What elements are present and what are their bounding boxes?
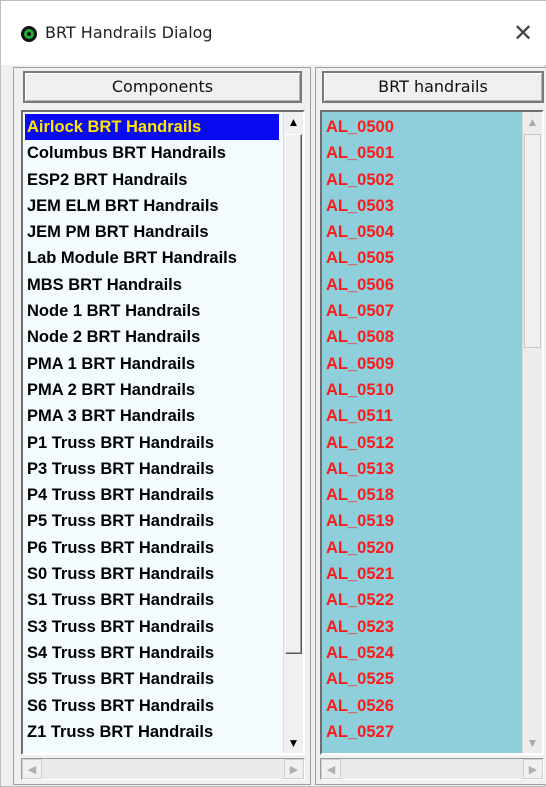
list-item[interactable]: P5 Truss BRT Handrails bbox=[25, 508, 279, 534]
list-item[interactable]: AL_0505 bbox=[324, 245, 520, 271]
list-item[interactable]: AL_0500 bbox=[324, 114, 520, 140]
list-item[interactable]: AL_0520 bbox=[324, 535, 520, 561]
list-item[interactable]: AL_0518 bbox=[324, 482, 520, 508]
components-vertical-scrollbar[interactable]: ▲ ▼ bbox=[283, 112, 303, 753]
list-item[interactable]: AL_0527 bbox=[324, 719, 520, 745]
list-item[interactable]: AL_0521 bbox=[324, 561, 520, 587]
list-item[interactable]: AL_0512 bbox=[324, 430, 520, 456]
list-item[interactable]: AL_0523 bbox=[324, 614, 520, 640]
list-item[interactable]: AL_0508 bbox=[324, 324, 520, 350]
list-item[interactable]: P6 Truss BRT Handrails bbox=[25, 535, 279, 561]
list-item[interactable]: PMA 1 BRT Handrails bbox=[25, 351, 279, 377]
list-item[interactable]: AL_0502 bbox=[324, 167, 520, 193]
handrails-panel: BRT handrails AL_0500 AL_0501 AL_0502 AL_05… bbox=[315, 67, 546, 785]
components-rows: Airlock BRT Handrails Columbus BRT Handra… bbox=[25, 114, 279, 745]
title-bar[interactable]: BRT Handrails Dialog ✕ bbox=[1, 1, 546, 65]
list-item[interactable]: JEM PM BRT Handrails bbox=[25, 219, 279, 245]
scroll-right-arrow-icon[interactable]: ▶ bbox=[284, 759, 304, 779]
list-item[interactable]: AL_0504 bbox=[324, 219, 520, 245]
scroll-left-arrow-icon[interactable]: ◀ bbox=[22, 759, 42, 779]
list-item[interactable]: S6 Truss BRT Handrails bbox=[25, 693, 279, 719]
components-horizontal-scrollbar[interactable]: ◀ ▶ bbox=[21, 758, 305, 780]
list-item[interactable]: AL_0503 bbox=[324, 193, 520, 219]
scroll-up-arrow-icon[interactable]: ▲ bbox=[284, 112, 303, 132]
list-item[interactable]: Z1 Truss BRT Handrails bbox=[25, 719, 279, 745]
list-item[interactable]: PMA 3 BRT Handrails bbox=[25, 403, 279, 429]
list-item[interactable]: P4 Truss BRT Handrails bbox=[25, 482, 279, 508]
list-item[interactable]: Columbus BRT Handrails bbox=[25, 140, 279, 166]
list-item[interactable]: AL_0526 bbox=[324, 693, 520, 719]
handrails-header-button[interactable]: BRT handrails bbox=[322, 71, 544, 103]
handrails-vertical-scrollbar[interactable]: ▲ ▼ bbox=[522, 112, 542, 753]
components-panel: Components Airlock BRT Handrails Columbus… bbox=[13, 67, 311, 785]
scroll-down-arrow-icon[interactable]: ▼ bbox=[284, 733, 303, 753]
list-item[interactable]: AL_0519 bbox=[324, 508, 520, 534]
scroll-up-arrow-icon[interactable]: ▲ bbox=[523, 112, 542, 132]
handrails-horizontal-scrollbar[interactable]: ◀ ▶ bbox=[320, 758, 544, 780]
list-item[interactable]: ESP2 BRT Handrails bbox=[25, 167, 279, 193]
list-item[interactable]: AL_0509 bbox=[324, 351, 520, 377]
list-item[interactable]: Lab Module BRT Handrails bbox=[25, 245, 279, 271]
list-item[interactable]: Node 2 BRT Handrails bbox=[25, 324, 279, 350]
list-item[interactable]: AL_0507 bbox=[324, 298, 520, 324]
list-item[interactable]: AL_0525 bbox=[324, 666, 520, 692]
list-item[interactable]: P3 Truss BRT Handrails bbox=[25, 456, 279, 482]
scroll-right-arrow-icon[interactable]: ▶ bbox=[523, 759, 543, 779]
list-item[interactable]: AL_0510 bbox=[324, 377, 520, 403]
list-item[interactable]: S3 Truss BRT Handrails bbox=[25, 614, 279, 640]
list-item[interactable]: S1 Truss BRT Handrails bbox=[25, 587, 279, 613]
close-button[interactable]: ✕ bbox=[499, 11, 546, 55]
components-list[interactable]: Airlock BRT Handrails Columbus BRT Handra… bbox=[21, 110, 305, 755]
components-header-button[interactable]: Components bbox=[23, 71, 302, 103]
list-item[interactable]: S4 Truss BRT Handrails bbox=[25, 640, 279, 666]
scroll-down-arrow-icon[interactable]: ▼ bbox=[523, 733, 542, 753]
handrails-list[interactable]: AL_0500 AL_0501 AL_0502 AL_0503 AL_0504 AL_05… bbox=[320, 110, 544, 755]
list-item[interactable]: AL_0501 bbox=[324, 140, 520, 166]
scroll-left-arrow-icon[interactable]: ◀ bbox=[321, 759, 341, 779]
app-globe-icon bbox=[21, 26, 37, 42]
list-item[interactable]: AL_0506 bbox=[324, 272, 520, 298]
handrails-scroll-thumb[interactable] bbox=[524, 134, 541, 348]
list-item[interactable]: AL_0511 bbox=[324, 403, 520, 429]
brt-handrails-dialog: BRT Handrails Dialog ✕ Components Airloc… bbox=[0, 0, 546, 787]
window-title: BRT Handrails Dialog bbox=[45, 23, 213, 42]
list-item[interactable]: Node 1 BRT Handrails bbox=[25, 298, 279, 324]
list-item[interactable]: JEM ELM BRT Handrails bbox=[25, 193, 279, 219]
list-item-selected[interactable]: Airlock BRT Handrails bbox=[25, 114, 279, 141]
list-item[interactable]: AL_0522 bbox=[324, 587, 520, 613]
list-item[interactable]: P1 Truss BRT Handrails bbox=[25, 430, 279, 456]
handrails-rows: AL_0500 AL_0501 AL_0502 AL_0503 AL_0504 AL_05… bbox=[324, 114, 520, 745]
list-item[interactable]: PMA 2 BRT Handrails bbox=[25, 377, 279, 403]
list-item[interactable]: AL_0524 bbox=[324, 640, 520, 666]
components-scroll-thumb[interactable] bbox=[285, 134, 302, 654]
list-item[interactable]: S0 Truss BRT Handrails bbox=[25, 561, 279, 587]
list-item[interactable]: AL_0513 bbox=[324, 456, 520, 482]
list-item[interactable]: MBS BRT Handrails bbox=[25, 272, 279, 298]
list-item[interactable]: S5 Truss BRT Handrails bbox=[25, 666, 279, 692]
